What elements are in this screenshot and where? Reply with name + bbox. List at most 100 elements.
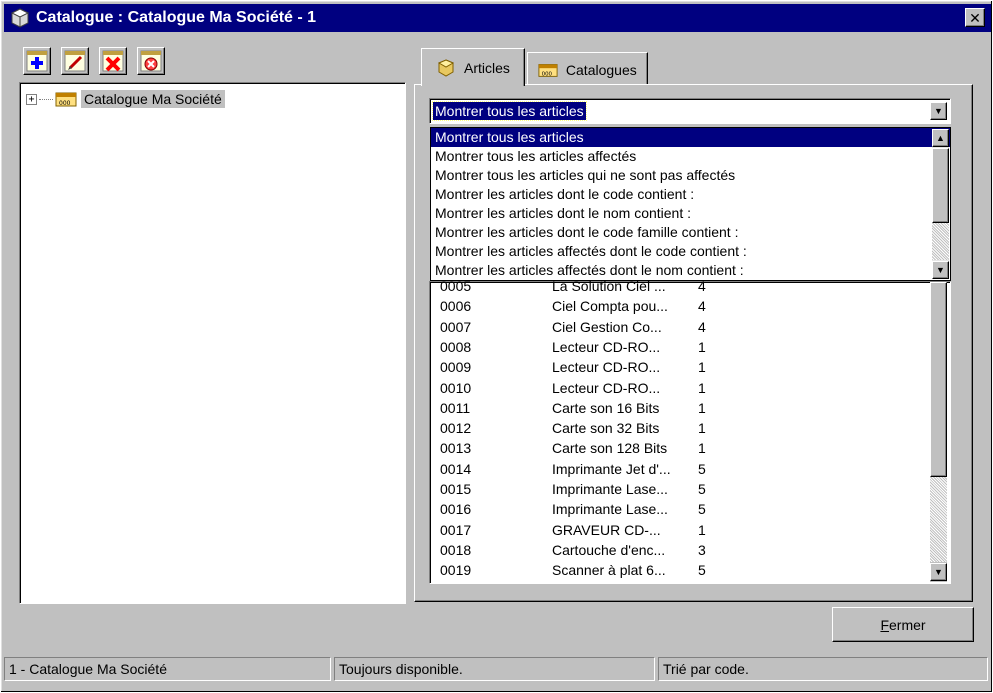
table-row[interactable]: 0007 Ciel Gestion Co... 4 [440,319,706,339]
chevron-down-icon: ▼ [936,264,945,275]
window-close-button[interactable]: ✕ [965,8,985,27]
catalogue-tree[interactable]: + 000 Catalogue Ma Société [19,82,406,604]
dropdown-option[interactable]: Montrer les articles dont le nom contien… [431,204,950,223]
catalogue-icon: 000 [55,92,77,107]
filter-dropdown-list[interactable]: Montrer tous les articles Montrer tous l… [430,127,951,281]
scroll-up-button[interactable]: ▲ [932,129,949,147]
catalogue-icon: 000 [538,63,558,77]
cell-code: 0009 [440,359,472,376]
cell-qty: 1 [698,338,706,355]
scroll-track[interactable] [932,223,949,260]
cell-code: 0010 [440,379,472,396]
cell-name: Imprimante Lase... [552,481,668,497]
cancel-icon [140,50,162,72]
cell-qty: 1 [698,420,706,437]
list-scrollbar[interactable]: ▼ [930,282,947,582]
table-row[interactable]: 0015 Imprimante Lase... 5 [440,481,706,501]
edit-button[interactable] [61,47,89,75]
tab-label: Articles [464,59,510,76]
add-button[interactable] [23,47,51,75]
dropdown-option[interactable]: Montrer tous les articles qui ne sont pa… [431,166,950,185]
articles-list[interactable]: 0005 La Solution Ciel ... 4 0006 Ciel Compta… [429,278,951,584]
dropdown-arrow-button[interactable]: ▼ [930,102,947,120]
table-row[interactable]: 0014 Imprimante Jet d'... 5 [440,461,706,481]
table-row[interactable]: 0008 Lecteur CD-RO... 1 [440,339,706,359]
close-button[interactable]: Fermer [832,607,974,642]
tree-item-catalogue[interactable]: + 000 Catalogue Ma Société [26,90,225,108]
chevron-down-icon: ▼ [934,566,943,577]
cell-name: Ciel Compta pou... [552,298,668,315]
cell-qty: 1 [698,379,706,396]
cell-qty: 4 [698,278,706,294]
cell-code: 0005 [440,278,472,294]
table-row[interactable]: 0018 Cartouche d'enc... 3 [440,542,706,562]
catalogue-window: Catalogue : Catalogue Ma Société - 1 ✕ +… [0,0,993,693]
table-row[interactable]: 0010 Lecteur CD-RO... 1 [440,380,706,400]
svg-text:000: 000 [542,71,553,77]
scroll-track[interactable] [930,477,947,562]
cell-name: Imprimante Lase... [552,501,668,518]
cell-code: 0012 [440,420,472,437]
cell-name: Carte son 128 Bits [552,440,668,457]
cell-name: Imprimante Jet d'... [552,460,671,477]
cell-code: 0008 [440,338,472,355]
cancel-button[interactable] [137,47,165,75]
table-row[interactable]: 0016 Imprimante Lase... 5 [440,501,706,521]
scroll-thumb[interactable] [930,282,947,477]
dropdown-option[interactable]: Montrer les articles affectés dont le co… [431,242,950,261]
table-row[interactable]: 0009 Lecteur CD-RO... 1 [440,359,706,379]
cell-code: 0016 [440,501,472,518]
table-row[interactable]: 0013 Carte son 128 Bits 1 [440,440,706,460]
dropdown-option[interactable]: Montrer les articles dont le code contie… [431,185,950,204]
cell-name: GRAVEUR CD-... [552,521,661,538]
cell-qty: 5 [698,501,706,518]
status-catalogue: 1 - Catalogue Ma Société [4,657,331,681]
cell-qty: 5 [698,481,706,497]
cell-code: 0007 [440,318,472,335]
status-bar: 1 - Catalogue Ma Société Toujours dispon… [4,657,991,681]
status-availability: Toujours disponible. [334,657,655,681]
table-row[interactable]: 0006 Ciel Compta pou... 4 [440,298,706,318]
expand-icon[interactable]: + [26,93,37,105]
cell-code: 0013 [440,440,472,457]
tab-articles[interactable]: Articles [421,48,525,86]
window-title: Catalogue : Catalogue Ma Société - 1 [36,9,317,26]
cell-code: 0006 [440,298,472,315]
table-row[interactable]: 0017 GRAVEUR CD-... 1 [440,522,706,542]
dropdown-option[interactable]: Montrer tous les articles affectés [431,147,950,166]
table-row[interactable]: 0012 Carte son 32 Bits 1 [440,420,706,440]
scroll-thumb[interactable] [932,148,949,223]
cell-code: 0014 [440,460,472,477]
table-row[interactable]: 0005 La Solution Ciel ... 4 [440,278,706,298]
close-icon: ✕ [969,9,981,26]
cell-name: Lecteur CD-RO... [552,359,661,376]
tab-label: Catalogues [565,61,637,78]
cell-name: Carte son 32 Bits [552,420,660,437]
cell-name: Carte son 16 Bits [552,399,660,416]
cell-code: 0019 [440,562,472,579]
dropdown-scrollbar[interactable]: ▲ ▼ [932,129,949,279]
cell-code: 0018 [440,541,472,558]
cell-name: Cartouche d'enc... [552,541,666,558]
table-row[interactable]: 0019 Scanner à plat 6... 5 [440,562,706,582]
table-row[interactable]: 0011 Carte son 16 Bits 1 [440,400,706,420]
scroll-down-button[interactable]: ▼ [930,563,947,581]
cell-qty: 1 [698,440,706,457]
cell-name: La Solution Ciel ... [552,278,666,294]
dropdown-option[interactable]: Montrer les articles dont le code famill… [431,223,950,242]
delete-button[interactable] [99,47,127,75]
cell-qty: 4 [698,298,706,315]
filter-select[interactable]: Montrer tous les articles ▼ [429,98,951,124]
status-sort: Trié par code. [658,657,988,681]
dropdown-option[interactable]: Montrer tous les articles [431,128,950,147]
cell-qty: 1 [698,359,706,376]
tree-item-label: Catalogue Ma Société [81,90,225,108]
delete-icon [102,50,124,72]
cell-qty: 1 [698,521,706,538]
tab-catalogues[interactable]: 000 Catalogues [526,52,648,86]
scroll-down-button[interactable]: ▼ [932,261,949,279]
title-bar[interactable]: Catalogue : Catalogue Ma Société - 1 ✕ [4,4,991,32]
cell-name: Lecteur CD-RO... [552,379,661,396]
dropdown-option[interactable]: Montrer les articles affectés dont le no… [431,261,950,280]
cell-qty: 5 [698,460,706,477]
